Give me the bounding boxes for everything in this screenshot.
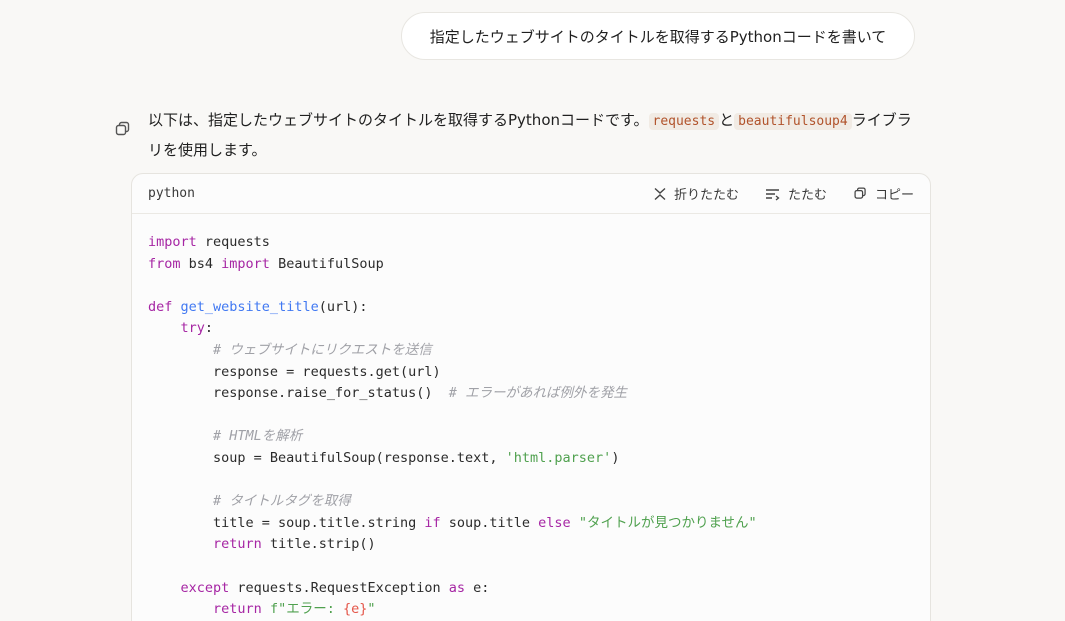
chat-page: 指定したウェブサイトのタイトルを取得するPythonコードを書いて 以下は、指定… [0, 0, 1065, 621]
code-line: # ウェブサイトにリクエストを送信 [148, 340, 914, 362]
code-line [148, 470, 914, 492]
copy-code-button[interactable]: コピー [853, 184, 914, 203]
code-header: python 折りたたむ たたむ [132, 174, 930, 214]
user-message-bubble: 指定したウェブサイトのタイトルを取得するPythonコードを書いて [401, 12, 915, 60]
code-line: return title.strip() [148, 534, 914, 556]
copy-icon [853, 186, 868, 201]
assistant-message: 以下は、指定したウェブサイトのタイトルを取得するPythonコードです。requ… [148, 106, 918, 164]
user-message-text: 指定したウェブサイトのタイトルを取得するPythonコードを書いて [430, 26, 887, 47]
code-line: response = requests.get(url) [148, 362, 914, 384]
code-line: response.raise_for_status() # エラーがあれば例外を… [148, 383, 914, 405]
code-line: try: [148, 318, 914, 340]
code-line: def get_website_title(url): [148, 297, 914, 319]
wrap-icon [653, 187, 667, 201]
assistant-intro-text: 以下は、指定したウェブサイトのタイトルを取得するPythonコードです。 [148, 111, 649, 129]
assistant-connector: と [719, 111, 734, 129]
code-actions: 折りたたむ たたむ コピー [653, 184, 914, 203]
code-line [148, 405, 914, 427]
code-line [148, 275, 914, 297]
inline-code-beautifulsoup4: beautifulsoup4 [734, 113, 852, 130]
code-line: except requests.RequestException as e: [148, 578, 914, 600]
collapse-label: たたむ [788, 184, 827, 203]
code-line: title = soup.title.string if soup.title … [148, 513, 914, 535]
code-line: return f"エラー: {e}" [148, 599, 914, 621]
inline-code-requests: requests [649, 113, 720, 130]
code-line [148, 556, 914, 578]
wrap-label: 折りたたむ [674, 184, 739, 203]
copy-label: コピー [875, 184, 914, 203]
code-line: soup = BeautifulSoup(response.text, 'htm… [148, 448, 914, 470]
code-block: python 折りたたむ たたむ [131, 173, 931, 621]
copy-icon[interactable] [114, 120, 132, 138]
code-language-label: python [148, 186, 195, 201]
code-content: import requestsfrom bs4 import Beautiful… [132, 214, 930, 621]
code-line: # タイトルタグを取得 [148, 491, 914, 513]
collapse-icon [765, 187, 781, 201]
wrap-button[interactable]: 折りたたむ [653, 184, 739, 203]
code-line: import requests [148, 232, 914, 254]
collapse-button[interactable]: たたむ [765, 184, 827, 203]
code-line: from bs4 import BeautifulSoup [148, 254, 914, 276]
code-line: # HTMLを解析 [148, 426, 914, 448]
